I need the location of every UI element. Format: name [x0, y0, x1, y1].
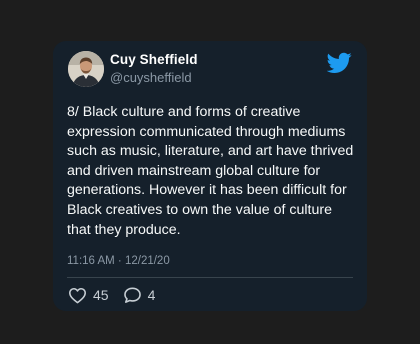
tweet-text-line: 8/ Black culture and forms of creative	[67, 104, 301, 120]
avatar-image	[68, 51, 104, 87]
reply-count: 4	[147, 287, 156, 303]
tweet-text-line: and driven mainstream global culture for	[67, 162, 321, 179]
like-button[interactable]: 45	[68, 287, 109, 304]
tweet-text-line: generations. However it has been difficu…	[67, 182, 347, 199]
tweet-text-line: expression communicated through mediums	[67, 123, 346, 140]
action-bar: 45 4	[68, 286, 155, 304]
avatar[interactable]	[68, 51, 104, 87]
twitter-bird-icon[interactable]	[327, 52, 352, 74]
tweet-text-line: such as music, literature, and art have …	[67, 143, 354, 160]
tweet-text: 8/ Black culture and forms of creative e…	[67, 103, 359, 240]
timestamp[interactable]: 11:16 AM · 12/21/20	[67, 255, 170, 267]
handle[interactable]: @cuysheffield	[110, 70, 192, 85]
reply-button[interactable]: 4	[123, 286, 156, 304]
speech-bubble-icon	[123, 287, 141, 303]
like-count: 45	[93, 287, 109, 303]
tweet-text-line: that they produce.	[67, 221, 181, 238]
display-name[interactable]: Cuy Sheffield	[110, 52, 198, 67]
tweet-card: Cuy Sheffield @cuysheffield 8/ Black cul…	[53, 41, 367, 311]
tweet-text-line: Black creatives to own the value of cult…	[67, 201, 332, 218]
divider	[67, 277, 353, 278]
heart-icon	[69, 287, 86, 303]
